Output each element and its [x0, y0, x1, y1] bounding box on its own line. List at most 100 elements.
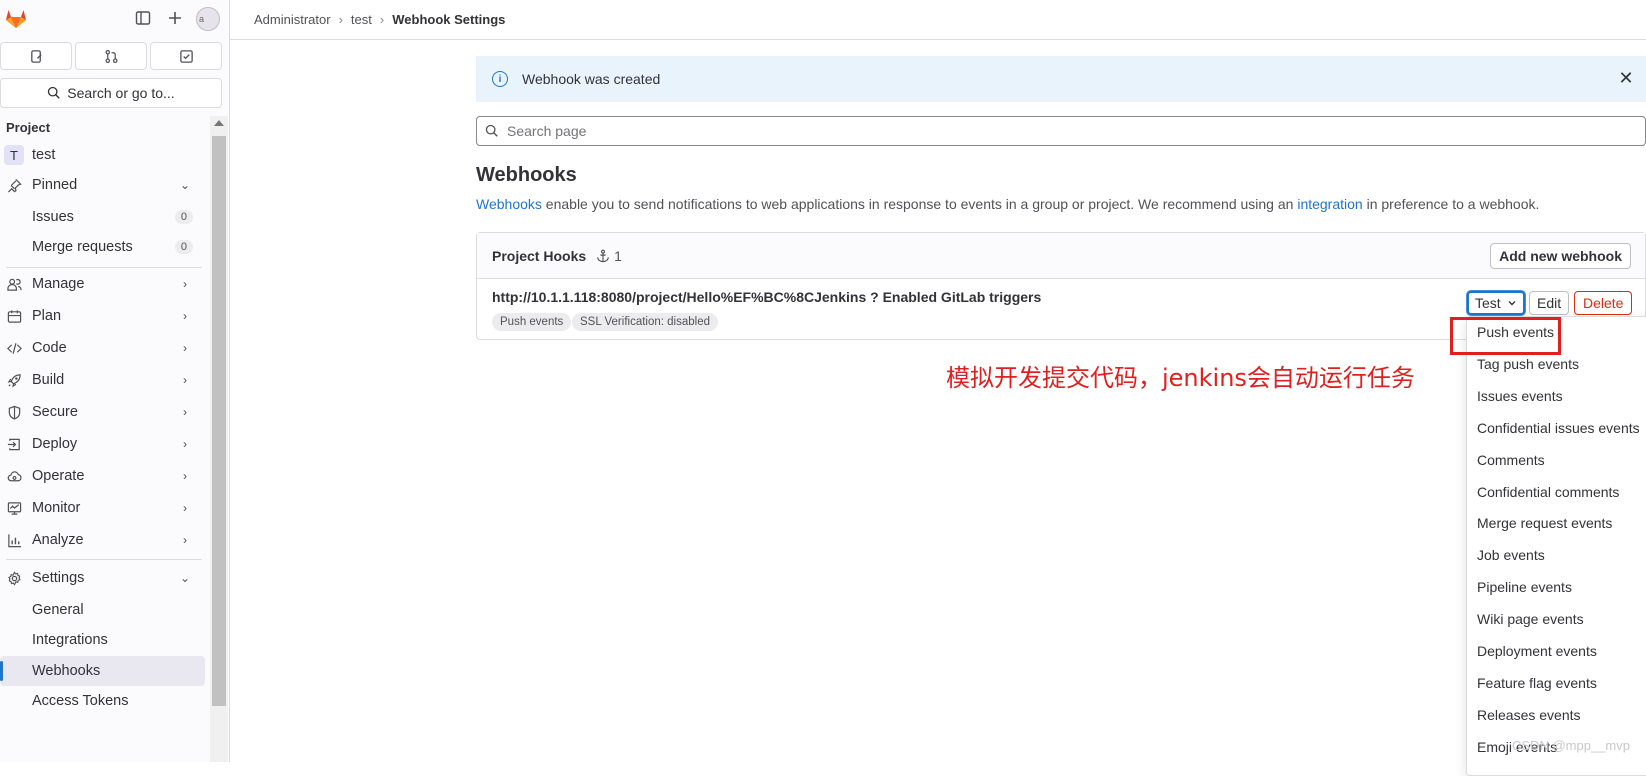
scrollbar-thumb[interactable]: [212, 136, 226, 706]
scroll-up-arrow-icon[interactable]: [214, 120, 224, 126]
chevron-right-icon: ›: [183, 309, 187, 323]
sidebar-item-integrations[interactable]: Integrations: [0, 625, 205, 655]
anchor-icon: [597, 249, 609, 262]
chevron-right-icon: ›: [183, 341, 187, 355]
highlight-box: [1450, 317, 1561, 355]
sidebar-item-label: Issues: [32, 209, 74, 225]
webhooks-doc-link[interactable]: Webhooks: [476, 196, 542, 212]
menu-item-deployment-events[interactable]: Deployment events: [1467, 636, 1646, 666]
alert-message: Webhook was created: [522, 71, 661, 87]
rocket-icon: [4, 370, 24, 390]
sidebar-item-build[interactable]: Build ›: [0, 365, 205, 395]
menu-item-merge-request-events[interactable]: Merge request events: [1467, 508, 1646, 538]
chevron-right-icon: ›: [183, 437, 187, 451]
menu-item-issues-events[interactable]: Issues events: [1467, 381, 1646, 411]
active-indicator: [0, 661, 3, 681]
divider: [6, 559, 202, 560]
webhook-url: http://10.1.1.118:8080/project/Hello%EF%…: [492, 289, 1042, 305]
divider: [6, 267, 202, 268]
menu-item-wiki-page-events[interactable]: Wiki page events: [1467, 604, 1646, 634]
gitlab-logo-icon[interactable]: [4, 6, 28, 30]
webhook-created-alert: i Webhook was created ✕: [476, 56, 1646, 102]
chevron-right-icon: ›: [183, 405, 187, 419]
settings-label: Settings: [32, 570, 85, 586]
sidebar-item-webhooks[interactable]: Webhooks: [0, 656, 205, 686]
menu-item-comments[interactable]: Comments: [1467, 445, 1646, 475]
menu-item-confidential-comments[interactable]: Confidential comments: [1467, 477, 1646, 507]
sidebar-item-label: Analyze: [32, 532, 84, 548]
page-title: Webhooks: [476, 164, 577, 186]
breadcrumb-item[interactable]: test: [351, 12, 372, 27]
avatar[interactable]: a: [196, 7, 220, 31]
merge-requests-button[interactable]: [75, 42, 147, 70]
sidebar-counter-tabs: [0, 42, 222, 70]
chevron-right-icon: ›: [183, 373, 187, 387]
sidebar-item-operate[interactable]: Operate ›: [0, 461, 205, 491]
info-icon: i: [492, 71, 508, 87]
project-avatar: T: [4, 145, 24, 165]
sidebar-toggle-icon[interactable]: [133, 8, 153, 28]
sidebar-item-code[interactable]: Code ›: [0, 333, 205, 363]
sidebar-item-plan[interactable]: Plan ›: [0, 301, 205, 331]
sidebar-item-access-tokens[interactable]: Access Tokens: [0, 686, 205, 716]
breadcrumb-separator-icon: ›: [379, 12, 385, 27]
pinned-label: Pinned: [32, 177, 78, 193]
menu-item-releases-events[interactable]: Releases events: [1467, 700, 1646, 730]
test-dropdown-button[interactable]: Test: [1467, 291, 1525, 315]
add-new-webhook-button[interactable]: Add new webhook: [1490, 243, 1631, 269]
sidebar-item-secure[interactable]: Secure ›: [0, 397, 205, 427]
sidebar-item-label: Deploy: [32, 436, 78, 452]
edit-button[interactable]: Edit: [1529, 291, 1570, 315]
hook-count: 1: [596, 248, 622, 264]
chevron-down-icon: ⌄: [179, 571, 191, 585]
settings-section-toggle[interactable]: Settings ⌄: [0, 563, 205, 593]
sidebar-item-issues[interactable]: Issues 0: [0, 202, 205, 232]
sidebar-item-label: Operate: [32, 468, 85, 484]
menu-item-job-events[interactable]: Job events: [1467, 540, 1646, 570]
breadcrumb: Administrator › test › Webhook Settings: [230, 0, 1646, 40]
project-link[interactable]: T test: [0, 140, 205, 170]
sidebar-item-merge-requests[interactable]: Merge requests 0: [0, 232, 205, 262]
sidebar: a Search or go to... Project T test Pinn…: [0, 0, 230, 762]
project-name: test: [32, 147, 56, 163]
search-or-go-to-button[interactable]: Search or go to...: [0, 78, 222, 108]
test-button-label: Test: [1475, 295, 1501, 311]
menu-item-feature-flag-events[interactable]: Feature flag events: [1467, 668, 1646, 698]
menu-item-pipeline-events[interactable]: Pipeline events: [1467, 572, 1646, 602]
sidebar-item-label: Access Tokens: [32, 693, 129, 709]
breadcrumb-item[interactable]: Administrator: [254, 12, 331, 27]
menu-item-confidential-issues-events[interactable]: Confidential issues events: [1467, 413, 1646, 443]
sidebar-item-monitor[interactable]: Monitor ›: [0, 493, 205, 523]
sidebar-item-label: Plan: [32, 308, 62, 324]
ssl-tag: SSL Verification: disabled: [572, 313, 718, 331]
chevron-right-icon: ›: [183, 501, 187, 515]
deploy-icon: [4, 434, 24, 454]
webhooks-description: Webhooks enable you to send notification…: [476, 196, 1539, 212]
search-page-input[interactable]: Search page: [476, 116, 1646, 146]
delete-button[interactable]: Delete: [1574, 291, 1633, 315]
code-icon: [4, 338, 24, 358]
assigned-issues-button[interactable]: [0, 42, 72, 70]
sidebar-scrollbar[interactable]: [210, 116, 228, 762]
pinned-section-toggle[interactable]: Pinned ⌄: [0, 170, 205, 200]
issues-count-badge: 0: [174, 210, 193, 224]
sidebar-item-manage[interactable]: Manage ›: [0, 269, 205, 299]
plus-icon[interactable]: [165, 8, 185, 28]
integration-link[interactable]: integration: [1297, 196, 1362, 212]
merge-requests-count-badge: 0: [174, 240, 193, 254]
close-icon[interactable]: ✕: [1616, 68, 1636, 88]
description-text: enable you to send notifications to web …: [541, 196, 1298, 212]
sidebar-item-analyze[interactable]: Analyze ›: [0, 525, 205, 555]
hook-count-value: 1: [614, 247, 622, 264]
todo-list-button[interactable]: [150, 42, 222, 70]
chart-icon: [4, 530, 24, 550]
sidebar-item-general[interactable]: General: [0, 595, 205, 625]
sidebar-item-label: Webhooks: [32, 663, 101, 679]
sidebar-nav: Project T test Pinned ⌄ Issues 0 Merge r…: [0, 116, 210, 762]
sidebar-item-deploy[interactable]: Deploy ›: [0, 429, 205, 459]
card-title: Project Hooks: [492, 247, 587, 264]
project-hooks-header: Project Hooks 1 Add new webhook: [477, 233, 1645, 279]
sidebar-item-label: Build: [32, 372, 65, 388]
breadcrumb-current[interactable]: Webhook Settings: [392, 12, 505, 27]
search-icon: [48, 86, 61, 99]
